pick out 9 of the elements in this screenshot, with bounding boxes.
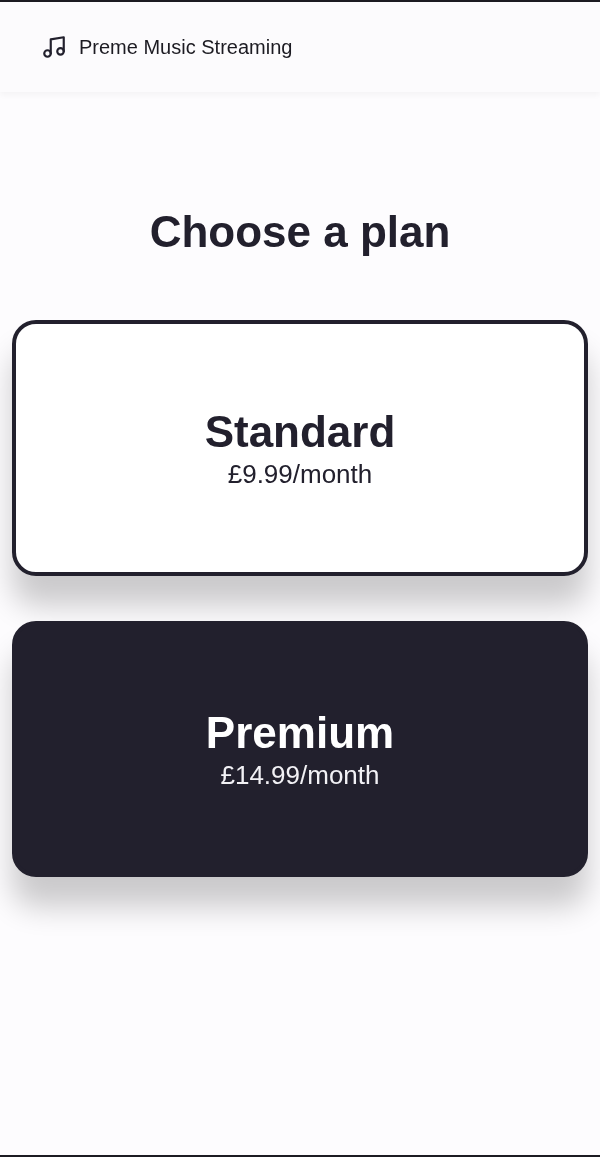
page-heading: Choose a plan [149, 206, 451, 258]
plan-name: Premium [205, 707, 395, 759]
plan-card[interactable]: Standard £9.99/month [12, 320, 588, 576]
plan-card[interactable]: Premium £14.99/month [12, 621, 588, 877]
app-title: Preme Music Streaming [79, 35, 293, 60]
plan-price: £9.99/month [227, 458, 373, 490]
music-note-icon [41, 34, 67, 60]
plan-price: £14.99/month [220, 759, 380, 791]
plan-name: Standard [204, 406, 396, 458]
